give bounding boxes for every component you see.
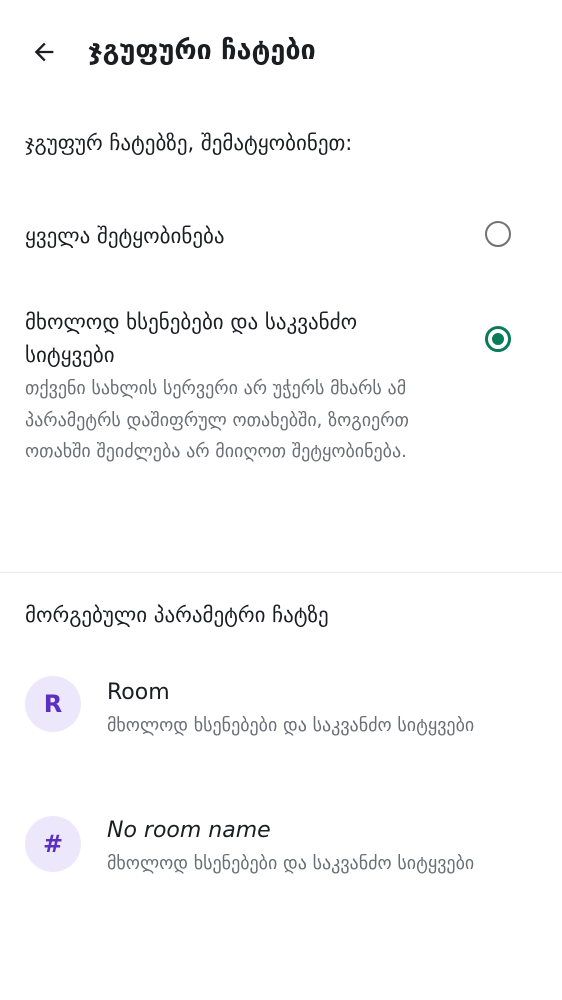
room-list-item[interactable]: # No room name მხოლოდ ხსენებები და საკვა… <box>0 808 562 918</box>
option-all-messages[interactable]: ყველა შეტყობინება <box>0 206 562 266</box>
room-notification-setting: მხოლოდ ხსენებები და საკვანძო სიტყვები <box>107 715 475 736</box>
option-description: თქვენი სახლის სერვერი არ უჭერს მხარს ამ … <box>25 378 409 462</box>
room-notification-setting: მხოლოდ ხსენებები და საკვანძო სიტყვები <box>107 853 475 874</box>
option-label: ყველა შეტყობინება <box>25 224 225 248</box>
page-title: ჯგუფური ჩატები <box>88 35 316 66</box>
room-name: No room name <box>107 818 271 843</box>
arrow-left-icon <box>34 42 54 62</box>
custom-settings-section-title: მორგებული პარამეტრი ჩატზე <box>25 603 329 627</box>
back-button[interactable] <box>20 28 68 76</box>
option-label: მხოლოდ ხსენებები და საკვანძო სიტყვები <box>25 310 358 367</box>
radio-all-messages[interactable] <box>485 221 511 247</box>
notification-settings-screen: ჯგუფური ჩატები ჯგუფურ ჩატებზე, შემატყობი… <box>0 0 562 1000</box>
option-mentions-keywords[interactable]: მხოლოდ ხსენებები და საკვანძო სიტყვები თქ… <box>0 300 562 536</box>
group-chats-section-title: ჯგუფურ ჩატებზე, შემატყობინეთ: <box>25 131 353 155</box>
top-app-bar: ჯგუფური ჩატები <box>0 0 562 104</box>
room-name: Room <box>107 680 170 705</box>
room-avatar: # <box>25 816 81 872</box>
room-list-item[interactable]: R Room მხოლოდ ხსენებები და საკვანძო სიტყ… <box>0 670 562 780</box>
divider <box>0 572 562 573</box>
radio-mentions-keywords[interactable] <box>485 326 511 352</box>
room-avatar: R <box>25 676 81 732</box>
